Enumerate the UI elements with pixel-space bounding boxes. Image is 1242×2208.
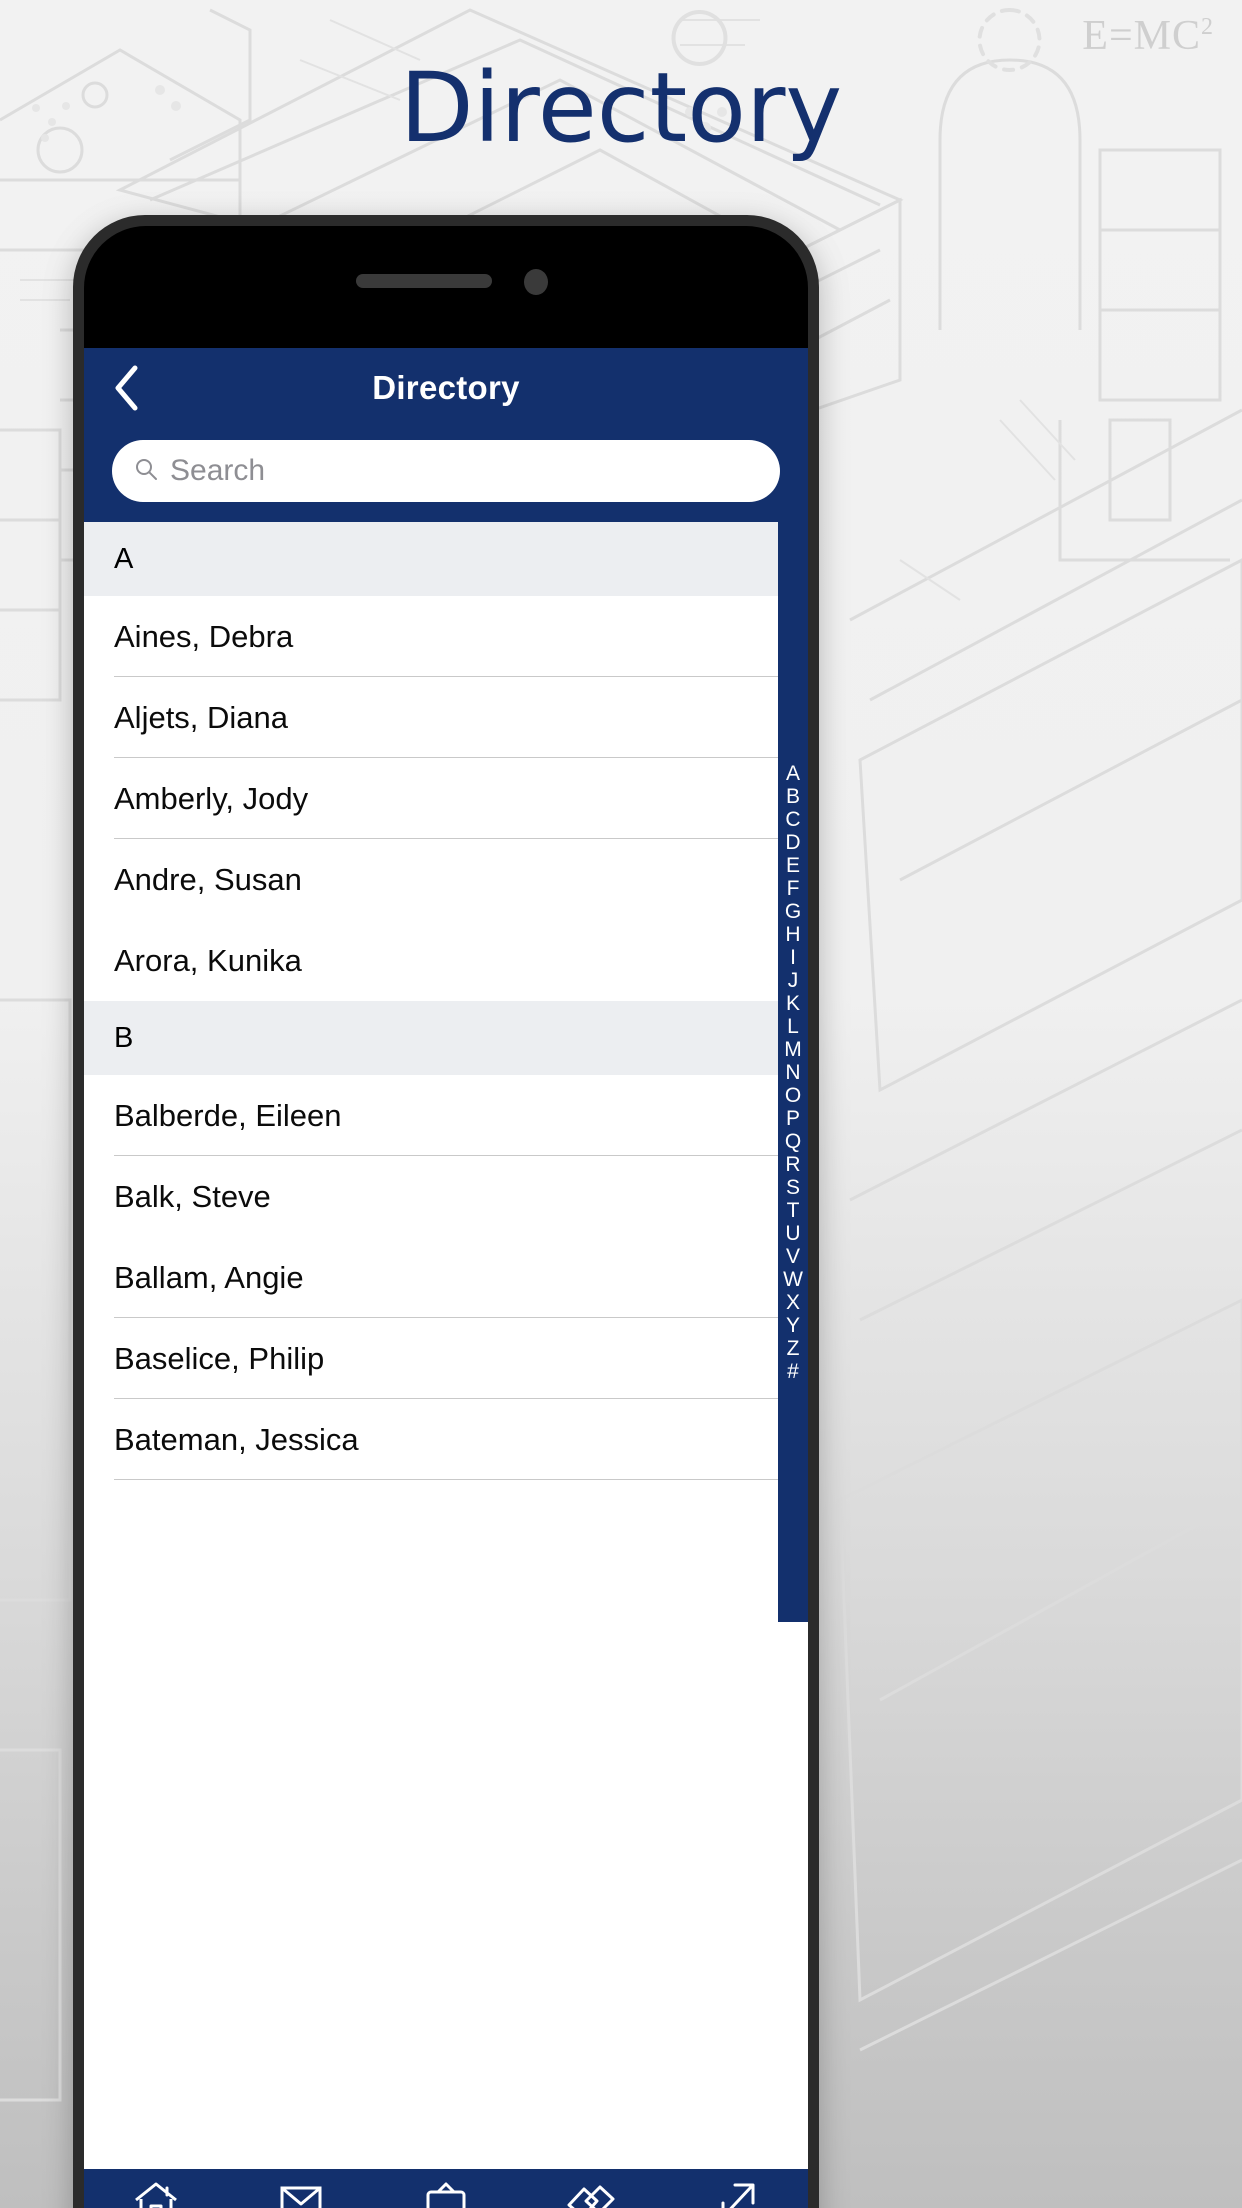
- page-title: Directory: [399, 52, 843, 164]
- alphabet-index-letter[interactable]: N: [785, 1061, 800, 1084]
- alphabet-index-letter[interactable]: Y: [786, 1314, 800, 1337]
- alphabet-index-letter[interactable]: I: [790, 946, 796, 969]
- alphabet-index[interactable]: A B C D E F G H I J K L M N O P Q R S T U V W X Y Z #: [778, 522, 808, 1622]
- speaker-grille-icon: [356, 274, 492, 288]
- list-item[interactable]: Aines, Debra: [84, 596, 808, 677]
- share-arrow-icon: [711, 2179, 761, 2208]
- alphabet-index-letter[interactable]: G: [785, 900, 801, 923]
- alphabet-index-letter[interactable]: H: [785, 923, 800, 946]
- list-item[interactable]: Baselice, Philip: [84, 1318, 808, 1399]
- list-item[interactable]: Amberly, Jody: [84, 758, 808, 839]
- list-item[interactable]: Bateman, Jessica: [84, 1399, 808, 1480]
- list-item[interactable]: Ballam, Angie: [84, 1237, 808, 1318]
- search-placeholder: Search: [170, 454, 266, 487]
- search-bar-container: Search: [84, 428, 808, 522]
- alphabet-index-letter[interactable]: V: [786, 1245, 800, 1268]
- bottom-tab-bar: HOME CONTACT: [84, 2169, 808, 2208]
- alphabet-index-letter[interactable]: M: [784, 1038, 802, 1061]
- chevron-left-icon: [111, 364, 141, 412]
- phone-screen: Directory Search A Aines, Debra Aljets, …: [84, 348, 808, 2208]
- list-item[interactable]: Arora, Kunika: [84, 920, 808, 1001]
- list-item[interactable]: Balberde, Eileen: [84, 1075, 808, 1156]
- alphabet-index-letter[interactable]: F: [787, 877, 800, 900]
- photos-icon: [564, 2179, 618, 2208]
- alphabet-index-letter[interactable]: L: [787, 1015, 799, 1038]
- tab-share[interactable]: SHARE: [663, 2169, 808, 2208]
- list-item[interactable]: Andre, Susan: [84, 839, 808, 920]
- alphabet-index-letter[interactable]: Z: [787, 1337, 800, 1360]
- navbar-title: Directory: [372, 369, 520, 406]
- app-navbar: Directory: [84, 348, 808, 428]
- alphabet-index-letter[interactable]: K: [786, 992, 800, 1015]
- list-item[interactable]: Aljets, Diana: [84, 677, 808, 758]
- search-input[interactable]: Search: [112, 440, 780, 502]
- promo-screenshot: E=MC2 Directory Directory Search A Aines…: [0, 0, 1242, 2208]
- tab-home[interactable]: HOME: [84, 2169, 229, 2208]
- alphabet-index-letter[interactable]: P: [786, 1107, 800, 1130]
- alphabet-index-letter[interactable]: R: [785, 1153, 800, 1176]
- section-header-a: A: [84, 522, 808, 596]
- alphabet-index-letter[interactable]: E: [786, 854, 800, 877]
- list-item[interactable]: Balk, Steve: [84, 1156, 808, 1237]
- envelope-icon: [276, 2179, 326, 2208]
- directory-list[interactable]: A Aines, Debra Aljets, Diana Amberly, Jo…: [84, 522, 808, 1622]
- alphabet-index-letter[interactable]: U: [785, 1222, 800, 1245]
- section-header-b: B: [84, 1001, 808, 1075]
- alphabet-index-letter[interactable]: #: [787, 1360, 799, 1383]
- back-button[interactable]: [102, 360, 150, 416]
- front-camera-icon: [524, 269, 548, 295]
- tv-icon: [421, 2179, 471, 2208]
- alphabet-index-letter[interactable]: Q: [785, 1130, 801, 1153]
- alphabet-index-letter[interactable]: W: [783, 1268, 803, 1291]
- alphabet-index-letter[interactable]: J: [788, 969, 799, 992]
- alphabet-index-letter[interactable]: A: [786, 762, 800, 785]
- tab-videos[interactable]: VIDEOS: [374, 2169, 519, 2208]
- list-item-partial[interactable]: [84, 1480, 808, 1561]
- home-icon: [131, 2179, 181, 2208]
- phone-mockup: Directory Search A Aines, Debra Aljets, …: [73, 215, 819, 2208]
- tab-contact[interactable]: CONTACT: [229, 2169, 374, 2208]
- search-icon: [134, 457, 158, 486]
- phone-bezel: Directory Search A Aines, Debra Aljets, …: [84, 226, 808, 2208]
- alphabet-index-letter[interactable]: D: [785, 831, 800, 854]
- alphabet-index-letter[interactable]: X: [786, 1291, 800, 1314]
- alphabet-index-letter[interactable]: B: [786, 785, 800, 808]
- alphabet-index-letter[interactable]: S: [786, 1176, 800, 1199]
- alphabet-index-letter[interactable]: T: [787, 1199, 800, 1222]
- alphabet-index-letter[interactable]: C: [785, 808, 800, 831]
- alphabet-index-letter[interactable]: O: [785, 1084, 801, 1107]
- tab-pics[interactable]: PICS: [518, 2169, 663, 2208]
